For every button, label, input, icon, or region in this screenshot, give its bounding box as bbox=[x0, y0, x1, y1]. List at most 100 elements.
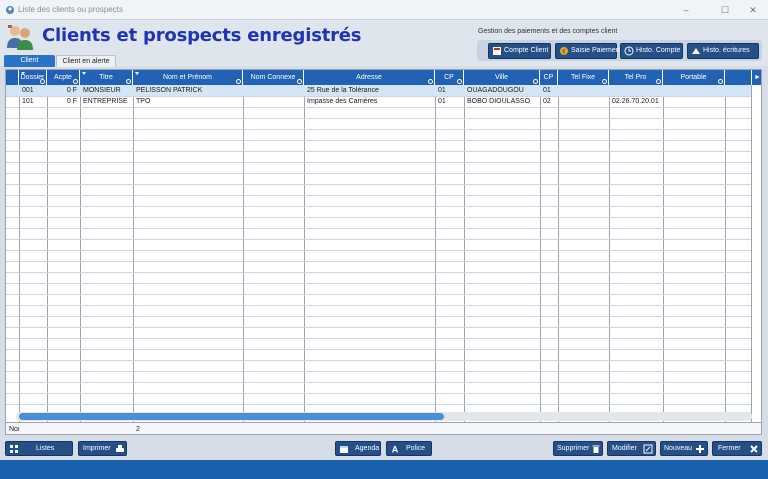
police-button[interactable]: A Police bbox=[386, 441, 432, 456]
clients-table[interactable]: Dossier Acpte Titre Nom et Prénom Nom Co… bbox=[5, 69, 762, 435]
row-line bbox=[6, 195, 751, 196]
font-icon: A bbox=[392, 445, 399, 455]
filter-icon[interactable] bbox=[236, 79, 241, 84]
cell-tel-fixe bbox=[559, 96, 609, 107]
cell-nom-connexe bbox=[244, 96, 304, 107]
col-header-portable[interactable]: Portable bbox=[663, 70, 725, 85]
filter-icon[interactable] bbox=[602, 79, 607, 84]
filter-icon[interactable] bbox=[73, 79, 78, 84]
compte-client-label: Compte Client bbox=[504, 47, 549, 54]
row-line bbox=[6, 250, 751, 251]
col-header-titre[interactable]: Titre bbox=[80, 70, 133, 85]
row-line bbox=[6, 228, 751, 229]
cell-adresse: Impasse des Carrières bbox=[307, 98, 378, 105]
cell-acpte: 0 F bbox=[66, 87, 77, 94]
scroll-right-arrow-icon[interactable]: ► bbox=[752, 70, 761, 85]
nouveau-button[interactable]: Nouveau bbox=[660, 441, 708, 456]
col-header-acpte[interactable]: Acpte bbox=[47, 70, 80, 85]
minimize-button[interactable]: – bbox=[673, 3, 699, 17]
police-label: Police bbox=[406, 445, 426, 452]
row-line bbox=[6, 371, 751, 372]
col-header-adresse[interactable]: Adresse bbox=[304, 70, 435, 85]
row-line bbox=[6, 151, 751, 152]
modifier-button[interactable]: Modifier bbox=[607, 441, 656, 456]
filter-icon[interactable] bbox=[126, 79, 131, 84]
close-window-button[interactable]: ✕ bbox=[740, 3, 766, 17]
filter-icon[interactable] bbox=[428, 79, 433, 84]
row-line bbox=[6, 140, 751, 141]
row-line bbox=[6, 272, 751, 273]
cell-nom-connexe bbox=[244, 85, 304, 96]
cell-portable bbox=[664, 85, 725, 96]
filter-icon[interactable] bbox=[718, 79, 723, 84]
filter-icon[interactable] bbox=[40, 79, 45, 84]
supprimer-label: Supprimer bbox=[557, 445, 590, 452]
calendar-icon bbox=[340, 446, 348, 453]
row-line bbox=[6, 404, 751, 405]
scrollbar-thumb[interactable] bbox=[19, 413, 444, 420]
col-header-ville[interactable]: Ville bbox=[464, 70, 540, 85]
filter-icon[interactable] bbox=[656, 79, 661, 84]
tab-client[interactable]: Client bbox=[4, 55, 55, 67]
edit-icon bbox=[643, 444, 653, 454]
cell-acpte: 0 F bbox=[66, 98, 77, 105]
payment-icon: € bbox=[560, 47, 568, 56]
histo-compte-label: Histo. Compte bbox=[636, 47, 681, 54]
col-header-nom-prenom[interactable]: Nom et Prénom bbox=[133, 70, 243, 85]
col-header-extra bbox=[725, 70, 752, 85]
trash-icon bbox=[592, 445, 600, 453]
cell-tel-pro: 02.26.70.20.01 bbox=[612, 98, 659, 105]
cell-portable bbox=[664, 96, 725, 107]
sort-icon bbox=[135, 72, 139, 75]
agenda-button[interactable]: Agenda bbox=[335, 441, 381, 456]
filter-icon[interactable] bbox=[457, 79, 462, 84]
imprimer-button[interactable]: Imprimer bbox=[78, 441, 127, 456]
cell-nom-prenom: PELISSON PATRICK bbox=[136, 87, 203, 94]
row-line bbox=[6, 118, 751, 119]
payments-label: Gestion des paiements et des comptes cli… bbox=[478, 28, 618, 35]
saisie-paiement-button[interactable]: € Saisie Paiement bbox=[555, 43, 622, 59]
close-icon bbox=[750, 445, 758, 453]
sort-icon bbox=[82, 72, 86, 75]
grid-icon bbox=[10, 445, 18, 453]
col-header-cp[interactable]: CP bbox=[435, 70, 464, 85]
histo-ecritures-button[interactable]: Histo. écritures bbox=[687, 43, 759, 59]
cell-dossier: 101 bbox=[22, 98, 34, 105]
fermer-button[interactable]: Fermer bbox=[712, 441, 762, 456]
filter-icon[interactable] bbox=[297, 79, 302, 84]
table-row[interactable]: 101 0 F ENTREPRISE TPO Impasse des Carri… bbox=[6, 96, 751, 107]
row-line bbox=[6, 393, 751, 394]
row-line bbox=[6, 96, 751, 97]
col-header-nom-connexe[interactable]: Nom Connexe bbox=[243, 70, 304, 85]
filter-icon[interactable] bbox=[533, 79, 538, 84]
row-line bbox=[6, 294, 751, 295]
nouveau-label: Nouveau bbox=[664, 445, 693, 452]
title-bar: Liste des clients ou prospects – ☐ ✕ bbox=[0, 0, 768, 20]
col-header-cp-2[interactable]: CP bbox=[540, 70, 558, 85]
agenda-label: Agenda bbox=[355, 445, 380, 452]
row-line bbox=[6, 206, 751, 207]
status-bar bbox=[0, 460, 768, 479]
listes-button[interactable]: Listes bbox=[5, 441, 73, 456]
col-header-tel-fixe[interactable]: Tel Fixe bbox=[558, 70, 609, 85]
tab-client-en-alerte[interactable]: Client en alerte bbox=[56, 55, 116, 67]
plus-icon bbox=[696, 445, 704, 453]
col-header-tel-pro[interactable]: Tel Pro bbox=[609, 70, 663, 85]
col-header-dossier[interactable]: Dossier bbox=[19, 70, 47, 85]
row-line bbox=[6, 107, 751, 108]
window-title: Liste des clients ou prospects bbox=[18, 5, 123, 14]
table-body: 001 0 F MONSIEUR PELISSON PATRICK 25 Rue… bbox=[6, 85, 761, 418]
maximize-button[interactable]: ☐ bbox=[712, 3, 738, 17]
history-icon bbox=[624, 46, 634, 56]
horizontal-scrollbar[interactable] bbox=[16, 412, 752, 421]
histo-compte-button[interactable]: Histo. Compte bbox=[620, 43, 683, 59]
table-row[interactable]: 001 0 F MONSIEUR PELISSON PATRICK 25 Rue… bbox=[6, 85, 751, 96]
compte-client-button[interactable]: Compte Client bbox=[488, 43, 551, 59]
cell-cp: 01 bbox=[438, 98, 446, 105]
supprimer-button[interactable]: Supprimer bbox=[553, 441, 603, 456]
svg-text:A: A bbox=[392, 445, 399, 455]
row-line bbox=[6, 283, 751, 284]
row-line bbox=[6, 217, 751, 218]
row-line bbox=[6, 305, 751, 306]
saisie-paiement-label: Saisie Paiement bbox=[571, 47, 622, 54]
